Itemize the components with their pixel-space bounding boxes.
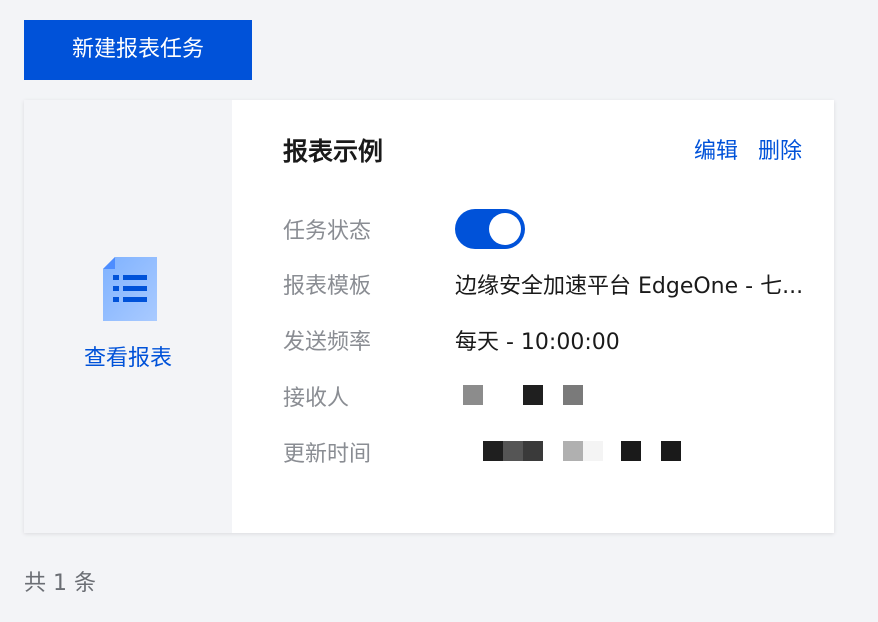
report-title: 报表示例 — [283, 137, 384, 166]
redacted-block — [523, 441, 543, 461]
status-label: 任务状态 — [283, 219, 372, 244]
view-report-panel[interactable]: 查看报表 — [24, 100, 232, 533]
redacted-block — [621, 441, 641, 461]
field-row-updated: 更新时间 — [283, 432, 824, 472]
field-row-status: 任务状态 — [283, 209, 824, 249]
redacted-block — [563, 441, 583, 461]
template-label: 报表模板 — [283, 274, 372, 299]
redacted-block — [583, 441, 603, 461]
updated-label: 更新时间 — [283, 442, 372, 467]
status-toggle[interactable] — [455, 209, 525, 249]
recipients-label: 接收人 — [283, 386, 350, 411]
redacted-block — [661, 441, 681, 461]
redacted-block — [563, 385, 583, 405]
card-actions: 编辑 删除 — [694, 136, 802, 168]
updated-redacted — [455, 441, 695, 463]
field-row-frequency: 发送频率 每天 - 10:00:00 — [283, 320, 824, 360]
delete-button[interactable]: 删除 — [758, 136, 802, 168]
new-report-task-button[interactable]: 新建报表任务 — [24, 20, 252, 80]
redacted-block — [483, 441, 503, 461]
total-count: 共 1 条 — [24, 571, 96, 596]
field-row-recipients: 接收人 — [283, 376, 824, 416]
view-report-link[interactable]: 查看报表 — [24, 343, 232, 375]
redacted-block — [523, 385, 543, 405]
edit-button[interactable]: 编辑 — [694, 136, 738, 168]
redacted-block — [503, 441, 523, 461]
field-row-template: 报表模板 边缘安全加速平台 EdgeOne - 七... — [283, 264, 824, 304]
toggle-knob — [489, 213, 521, 245]
document-list-icon — [103, 257, 157, 321]
redacted-block — [463, 385, 483, 405]
template-value: 边缘安全加速平台 EdgeOne - 七... — [455, 274, 804, 299]
report-task-card: 查看报表 报表示例 编辑 删除 任务状态 报表模板 边缘安全加速平台 EdgeO… — [24, 100, 834, 533]
report-details: 报表示例 编辑 删除 任务状态 报表模板 边缘安全加速平台 EdgeOne - … — [232, 100, 834, 533]
recipients-redacted — [455, 385, 595, 407]
frequency-label: 发送频率 — [283, 330, 372, 355]
frequency-value: 每天 - 10:00:00 — [455, 330, 620, 355]
